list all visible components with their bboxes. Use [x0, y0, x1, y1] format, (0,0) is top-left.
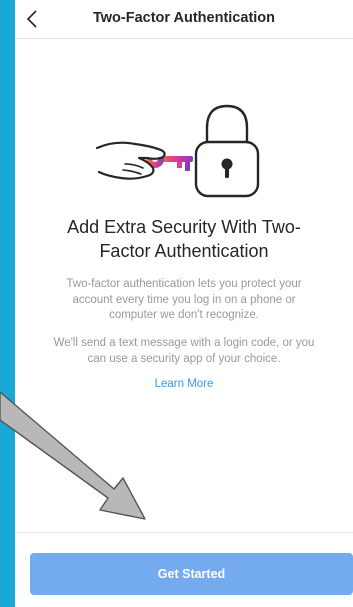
- hand-key-padlock-icon: [95, 104, 260, 198]
- sms-info-text: We'll send a text message with a login c…: [53, 337, 315, 365]
- get-started-button[interactable]: Get Started: [30, 553, 353, 595]
- nav-header: Two-Factor Authentication: [15, 0, 353, 39]
- phone-screen: Two-Factor Authentication Add Extra Secu…: [15, 0, 353, 607]
- headline: Add Extra Security With Two- Factor Auth…: [67, 217, 301, 261]
- learn-more-link[interactable]: Learn More: [15, 378, 353, 390]
- footer-divider: [15, 532, 353, 533]
- description-text: Two-factor authentication lets you prote…: [66, 278, 302, 321]
- page-title: Two-Factor Authentication: [92, 10, 276, 26]
